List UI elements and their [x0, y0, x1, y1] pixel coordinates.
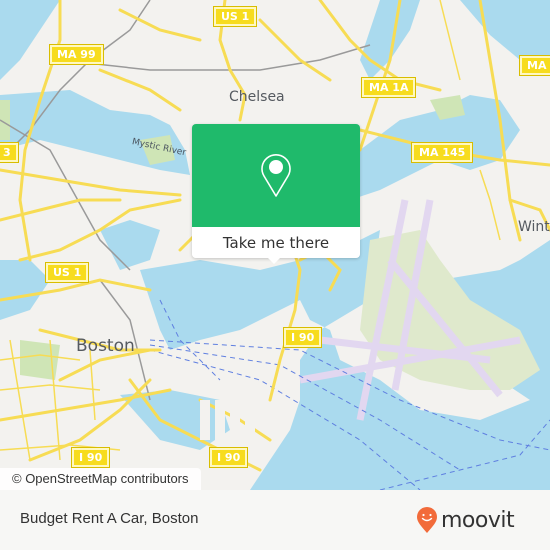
route-shield-us1: US 1: [212, 6, 258, 27]
location-pin-icon: [261, 154, 291, 197]
route-shield-ma145: MA 145: [410, 142, 474, 163]
map-attribution[interactable]: © OpenStreetMap contributors: [0, 468, 201, 490]
place-label-boston: Boston: [76, 336, 135, 356]
location-title: Budget Rent A Car, Boston: [20, 510, 199, 527]
moovit-wordmark: moovit: [441, 507, 515, 533]
footer-bar: Budget Rent A Car, Boston moovit: [0, 490, 550, 550]
place-label-chelsea: Chelsea: [229, 89, 285, 105]
moovit-pin-icon: [417, 507, 437, 533]
route-shield-i90-airport: I 90: [282, 327, 323, 348]
destination-popup: Take me there: [192, 124, 360, 264]
map-view[interactable]: US 1 MA 99 MA 1A MA 145 MA 1 3 US 1 I 90…: [0, 0, 550, 490]
attribution-text[interactable]: © OpenStreetMap contributors: [12, 471, 189, 486]
route-shield-us1-left: US 1: [44, 262, 90, 283]
route-shield-edge: 3: [0, 142, 19, 163]
route-shield-i90-mid: I 90: [208, 447, 249, 468]
popup-pointer: [266, 256, 282, 264]
route-shield-ma99: MA 99: [49, 44, 104, 65]
take-me-there-button[interactable]: Take me there: [192, 227, 360, 258]
route-shield-ma1: MA 1: [519, 55, 550, 76]
place-label-winthrop: Winth: [518, 219, 550, 235]
popup-header: [192, 124, 360, 227]
route-shield-i90-left: I 90: [70, 447, 111, 468]
take-me-there-label[interactable]: Take me there: [223, 234, 329, 252]
moovit-logo[interactable]: moovit: [416, 506, 515, 534]
route-shield-ma1a: MA 1A: [360, 77, 417, 98]
